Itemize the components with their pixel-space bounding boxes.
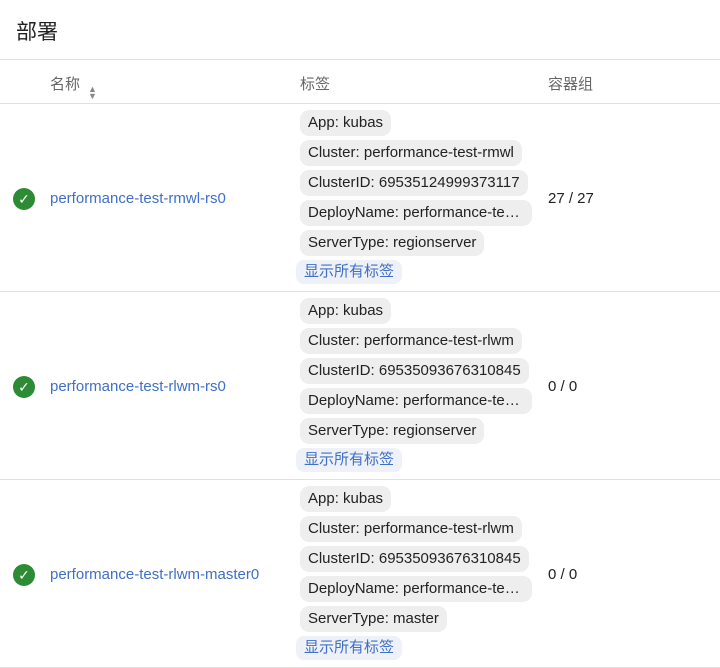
label-chip: DeployName: performance-test-rmwl-rs0 [300, 200, 532, 226]
deployment-name-link[interactable]: performance-test-rlwm-rs0 [50, 378, 226, 395]
deployment-name-link[interactable]: performance-test-rlwm-master0 [50, 566, 259, 583]
table-row: ✓ performance-test-rlwm-master0 App: kub… [0, 480, 720, 668]
labels-cell: App: kubas Cluster: performance-test-rmwl… [296, 110, 532, 284]
label-chip: ClusterID: 69535093676310845 [300, 358, 529, 384]
sort-icon[interactable]: ▲ ▼ [88, 85, 97, 101]
column-name-header[interactable]: 名称 ▲ ▼ [50, 73, 97, 101]
show-all-labels-link[interactable]: 显示所有标签 [296, 636, 403, 660]
label-chip: App: kubas [300, 486, 392, 512]
pods-count: 0 / 0 [548, 378, 578, 395]
label-chip: ClusterID: 69535124999373117 [300, 170, 528, 196]
column-pods-header: 容器组 [548, 76, 594, 93]
show-all-labels-link[interactable]: 显示所有标签 [296, 448, 403, 472]
label-chip: ClusterID: 69535093676310845 [300, 546, 529, 572]
table-row: ✓ performance-test-rlwm-rs0 App: kubas Cl… [0, 292, 720, 480]
table-header: 名称 ▲ ▼ 标签 容器组 [0, 60, 720, 104]
label-chip: ServerType: master [300, 606, 447, 632]
label-chip: Cluster: performance-test-rmwl [300, 140, 522, 166]
check-circle-icon: ✓ [13, 376, 35, 398]
column-labels-header: 标签 [300, 76, 331, 93]
pods-count: 27 / 27 [548, 190, 594, 207]
label-chip: App: kubas [300, 110, 392, 136]
table-row: ✓ performance-test-rmwl-rs0 App: kubas Cl… [0, 104, 720, 292]
label-chip: App: kubas [300, 298, 392, 324]
column-name-label: 名称 [50, 76, 81, 93]
pods-count: 0 / 0 [548, 566, 578, 583]
check-circle-icon: ✓ [13, 564, 35, 586]
labels-cell: App: kubas Cluster: performance-test-rlwm… [296, 486, 532, 660]
label-chip: DeployName: performance-test-rlwm-rs0 [300, 388, 532, 414]
label-chip: Cluster: performance-test-rlwm [300, 516, 522, 542]
show-all-labels-link[interactable]: 显示所有标签 [296, 260, 403, 284]
page-title: 部署 [0, 0, 720, 60]
label-chip: Cluster: performance-test-rlwm [300, 328, 522, 354]
deployment-name-link[interactable]: performance-test-rmwl-rs0 [50, 190, 226, 207]
label-chip: ServerType: regionserver [300, 230, 485, 256]
label-chip: ServerType: regionserver [300, 418, 485, 444]
label-chip: DeployName: performance-test-rlwm-master… [300, 576, 532, 602]
check-circle-icon: ✓ [13, 188, 35, 210]
labels-cell: App: kubas Cluster: performance-test-rlwm… [296, 298, 532, 472]
